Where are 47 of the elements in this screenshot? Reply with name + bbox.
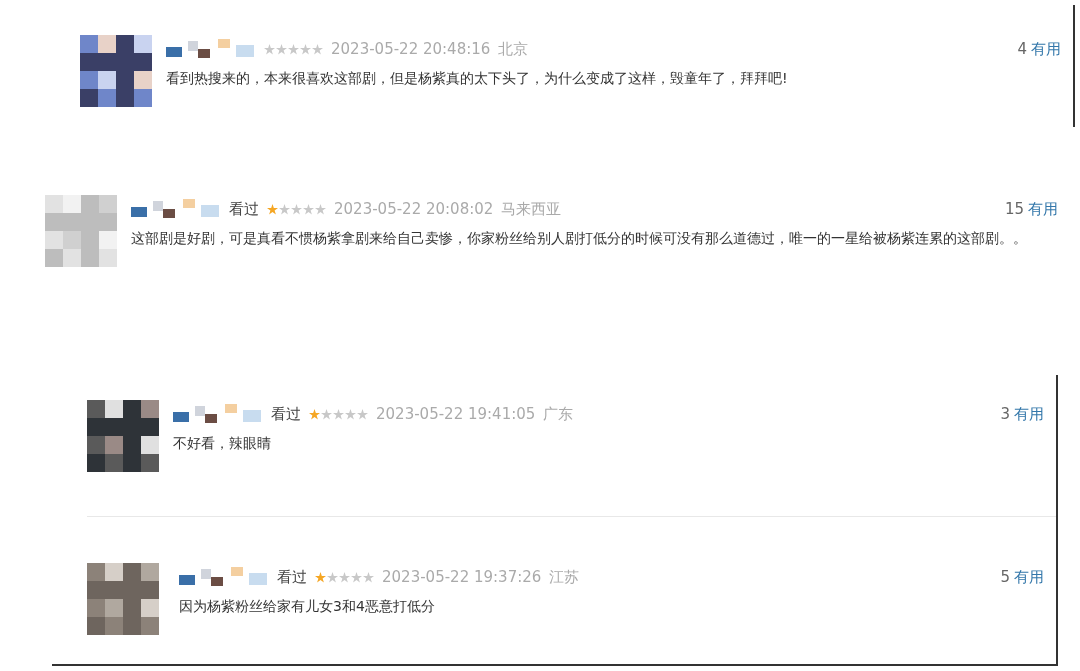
star-icon — [303, 203, 314, 215]
star-icon — [300, 43, 311, 55]
vote-count: 4 — [1017, 39, 1027, 58]
star-icon — [288, 43, 299, 55]
comment-time: 2023-05-22 19:37:26 — [382, 568, 542, 586]
watched-status: 看过 — [229, 199, 259, 219]
vote-count: 5 — [1000, 567, 1010, 586]
star-icon — [339, 571, 350, 583]
vote-count: 3 — [1000, 404, 1010, 423]
mosaic-icon — [131, 199, 221, 219]
useful-link[interactable]: 有用 — [1014, 567, 1044, 586]
star-icon — [309, 408, 320, 420]
star-icon — [315, 203, 326, 215]
comment-text: 这部剧是好剧，可是真看不惯杨紫拿剧来给自己卖惨，你家粉丝给别人剧打低分的时候可没有那么道德过，唯一的一星给被杨紫连累的这部剧。。 — [131, 229, 1028, 248]
star-icon — [291, 203, 302, 215]
mosaic-icon — [173, 404, 263, 424]
useful-link[interactable]: 有用 — [1031, 39, 1061, 58]
star-icon — [321, 408, 332, 420]
star-icon — [327, 571, 338, 583]
star-icon — [333, 408, 344, 420]
vote-count: 15 — [1004, 199, 1024, 218]
star-icon — [315, 571, 326, 583]
comment-time: 2023-05-22 19:41:05 — [376, 405, 536, 423]
mosaic-icon — [179, 567, 269, 587]
watched-status: 看过 — [277, 567, 307, 587]
comment-text: 因为杨紫粉丝给家有儿女3和4恶意打低分 — [179, 597, 436, 616]
useful-link[interactable]: 有用 — [1014, 404, 1044, 423]
comment-location: 北京 — [498, 39, 529, 59]
star-icon — [345, 408, 356, 420]
comment-time: 2023-05-22 20:08:02 — [334, 200, 494, 218]
star-icon — [279, 203, 290, 215]
star-icon — [276, 43, 287, 55]
comment-text: 不好看，辣眼睛 — [173, 434, 272, 453]
useful-link[interactable]: 有用 — [1028, 199, 1058, 218]
watched-status: 看过 — [271, 404, 301, 424]
mosaic-icon — [166, 39, 256, 59]
star-icon — [264, 43, 275, 55]
comment-location: 马来西亚 — [501, 199, 562, 219]
star-icon — [351, 571, 362, 583]
star-icon — [357, 408, 368, 420]
star-icon — [363, 571, 374, 583]
comment-location: 广东 — [543, 404, 574, 424]
comment-time: 2023-05-22 20:48:16 — [331, 40, 491, 58]
comment-location: 江苏 — [549, 567, 580, 587]
star-icon — [267, 203, 278, 215]
comment-text: 看到热搜来的，本来很喜欢这部剧，但是杨紫真的太下头了，为什么变成了这样，毁童年了，拜拜吧! — [166, 69, 789, 88]
star-icon — [312, 43, 323, 55]
